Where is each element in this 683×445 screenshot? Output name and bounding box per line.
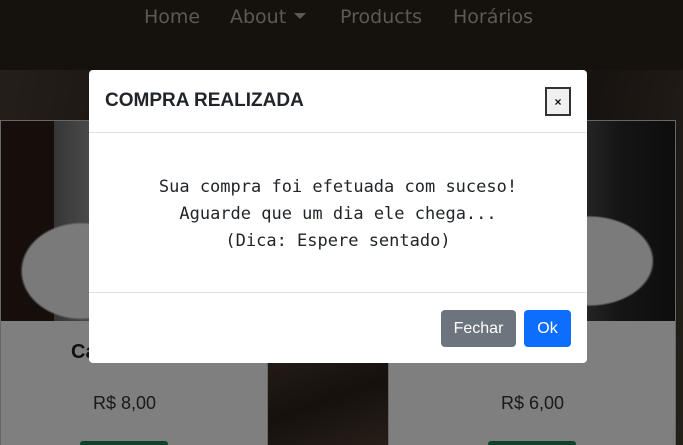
modal-header: COMPRA REALIZADA × (89, 70, 587, 133)
modal-message-line: (Dica: Espere sentado) (225, 231, 451, 251)
modal-title: COMPRA REALIZADA (105, 90, 304, 111)
close-icon: × (554, 94, 562, 109)
modal-message-line: Sua compra foi efetuada com suceso! (158, 177, 518, 197)
modal-footer: Fechar Ok (89, 292, 587, 363)
fechar-button[interactable]: Fechar (441, 310, 516, 347)
purchase-modal: COMPRA REALIZADA × Sua compra foi efetua… (89, 70, 587, 363)
modal-message-line: Aguarde que um dia ele chega... (179, 204, 497, 224)
ok-button[interactable]: Ok (524, 310, 571, 347)
close-button[interactable]: × (545, 87, 571, 116)
modal-body: Sua compra foi efetuada com suceso! Agua… (89, 134, 587, 292)
